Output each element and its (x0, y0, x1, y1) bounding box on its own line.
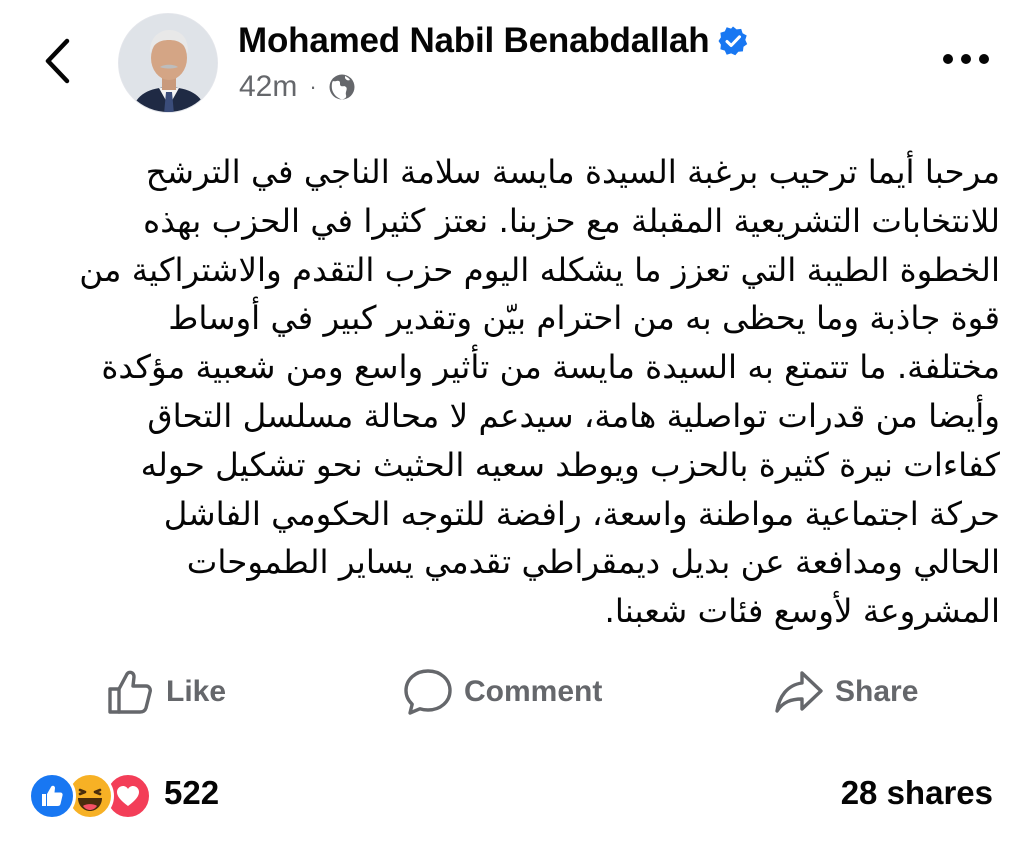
post-line: الخطوة الطيبة التي تعزز ما يشكله اليوم ح… (79, 250, 1000, 289)
shares-count[interactable]: 28 shares (841, 768, 993, 818)
like-button[interactable]: Like (104, 660, 226, 724)
author-header[interactable]: Mohamed Nabil Benabdallah (238, 18, 749, 64)
author-name[interactable]: Mohamed Nabil Benabdallah (238, 21, 710, 61)
like-reaction-icon (28, 772, 76, 820)
post-line: الحالي ومدافعة عن بديل ديمقراطي تقدمي يس… (186, 543, 1000, 582)
more-options-button[interactable] (938, 44, 994, 74)
share-label: Share (835, 675, 919, 708)
post-line: مختلفة. ما تتمتع به السيدة مايسة من تأثي… (101, 348, 1000, 387)
more-horizontal-icon (941, 53, 991, 65)
post-line: كفاءات نيرة كثيرة بالحزب ويوطد سعيه الحث… (140, 445, 1000, 484)
chevron-left-icon (43, 38, 73, 84)
post-line: للانتخابات التشريعية المقبلة مع حزبنا. ن… (143, 201, 1000, 240)
reactions-summary[interactable]: 522 (28, 768, 220, 820)
comment-button[interactable]: Comment (402, 660, 602, 724)
globe-icon[interactable] (327, 72, 357, 102)
like-label: Like (166, 675, 227, 708)
comment-label: Comment (464, 675, 603, 708)
post-line: مرحبا أيما ترحيب برغبة السيدة مايسة سلام… (145, 153, 1000, 191)
post-body-text: مرحبا أيما ترحيب برغبة السيدة مايسة سلام… (22, 148, 1000, 636)
avatar-portrait (119, 14, 217, 112)
thumbs-up-icon (104, 666, 156, 718)
meta-separator: · (309, 74, 317, 99)
post-action-bar: Like Comment Share (0, 660, 1024, 724)
share-arrow-icon (773, 666, 825, 718)
post-meta: 42m · (239, 68, 357, 106)
post-line: المشروعة لأوسع فئات شعبنا. (604, 592, 1000, 631)
verified-badge-icon (717, 25, 749, 57)
post-line: قوة جاذبة وما يحظى به من احترام بيّن وتق… (168, 299, 1000, 338)
post-line: حركة اجتماعية مواطنة واسعة، رافضة للتوجه… (163, 494, 1000, 533)
post-detail-screen: Mohamed Nabil Benabdallah 42m · مرحبا أي… (0, 0, 1024, 857)
author-avatar[interactable] (118, 13, 218, 113)
share-button[interactable]: Share (773, 660, 918, 724)
post-timestamp[interactable]: 42m (239, 70, 297, 104)
reaction-count: 522 (164, 774, 220, 811)
reaction-icons (28, 770, 158, 820)
comment-bubble-icon (402, 666, 454, 718)
back-button[interactable] (34, 34, 82, 88)
post-line: وأيضا من قدرات تواصلية هامة، سيدعم لا مح… (147, 396, 1000, 435)
